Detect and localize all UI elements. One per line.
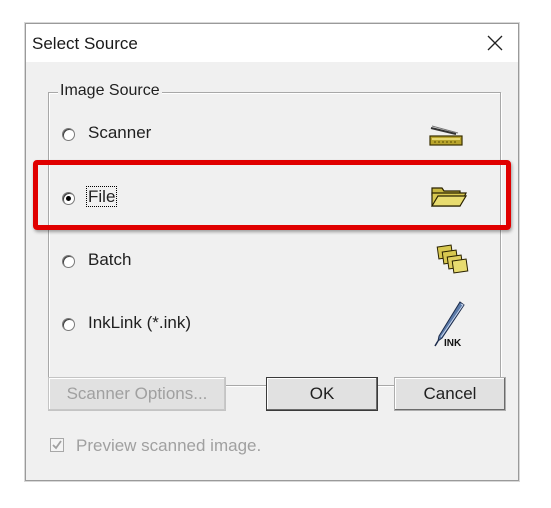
scanner-options-button[interactable]: Scanner Options... — [48, 377, 226, 411]
radio-option-scanner[interactable]: Scanner — [62, 123, 482, 153]
checkmark-icon — [52, 440, 62, 450]
batch-radio[interactable] — [62, 255, 75, 268]
close-icon — [487, 35, 503, 51]
batch-icon — [436, 244, 469, 274]
scanner-radio[interactable] — [62, 128, 75, 141]
preview-checkbox[interactable] — [50, 438, 64, 452]
dialog-title: Select Source — [32, 34, 138, 53]
select-source-dialog: Select Source Image Source Scanner File … — [25, 23, 519, 481]
scanner-icon — [429, 125, 463, 146]
scanner-label: Scanner — [88, 123, 152, 142]
ok-button[interactable]: OK — [266, 377, 378, 411]
inklink-label: InkLink (*.ink) — [88, 313, 191, 332]
inklink-radio[interactable] — [62, 318, 75, 331]
cancel-button[interactable]: Cancel — [394, 377, 506, 411]
image-source-label: Image Source — [58, 82, 162, 100]
radio-option-inklink[interactable]: InkLink (*.ink) — [62, 313, 482, 343]
preview-checkbox-label: Preview scanned image. — [76, 436, 262, 455]
inklink-icon: INK — [434, 301, 465, 348]
close-button[interactable] — [472, 24, 518, 62]
highlight-annotation — [33, 160, 511, 230]
batch-label: Batch — [88, 250, 132, 269]
svg-text:INK: INK — [444, 338, 462, 348]
radio-option-batch[interactable]: Batch — [62, 250, 482, 280]
title-bar: Select Source — [26, 24, 518, 62]
